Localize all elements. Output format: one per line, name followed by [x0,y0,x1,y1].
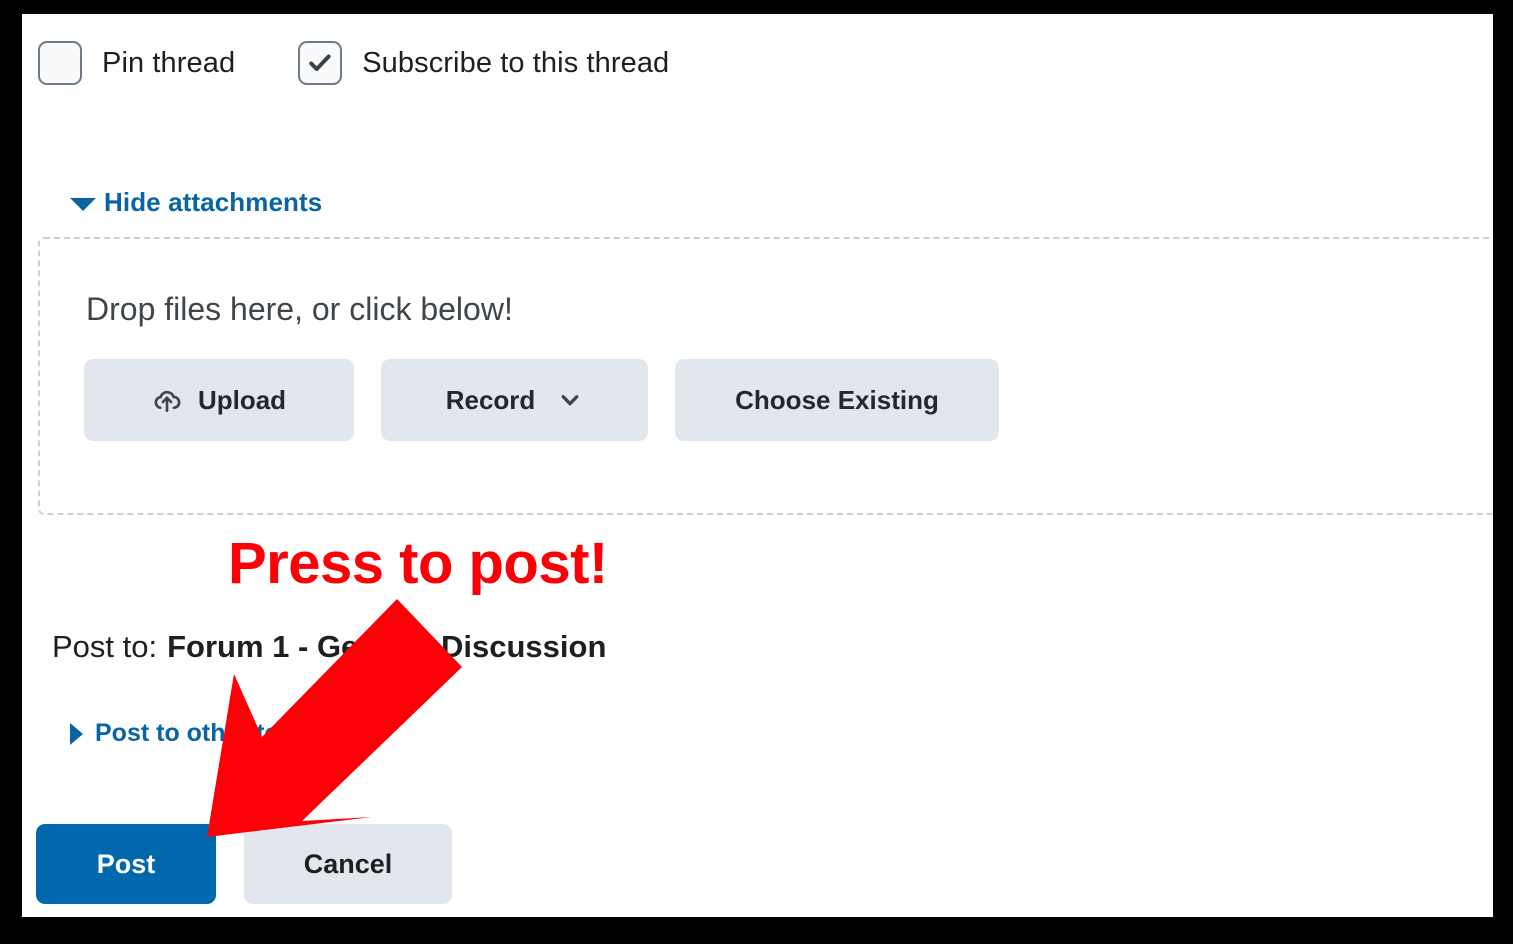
file-dropzone[interactable]: Drop files here, or click below! Upload … [38,237,1493,515]
subscribe-thread-option[interactable]: Subscribe to this thread [298,41,669,85]
record-button-label: Record [445,384,536,415]
post-to-other-topics-label: Post to other topics [95,719,330,747]
dropzone-title: Drop files here, or click below! [86,291,513,327]
triangle-right-icon [70,722,83,745]
thread-options-row: Pin thread Subscribe to this thread [38,41,669,85]
upload-button[interactable]: Upload [84,359,354,441]
cancel-button[interactable]: Cancel [244,824,452,904]
post-to-prefix: Post to: [52,629,158,664]
pin-thread-option[interactable]: Pin thread [38,41,235,85]
subscribe-thread-checkbox[interactable] [298,41,343,85]
upload-button-label: Upload [197,384,287,415]
check-icon [309,54,331,72]
record-button[interactable]: Record [381,359,648,441]
post-target-line: Post to: Forum 1 - General Discussion [52,629,606,665]
pin-thread-checkbox[interactable] [38,41,82,85]
hide-attachments-toggle[interactable]: Hide attachments [70,187,322,218]
post-button[interactable]: Post [36,824,216,904]
attachment-buttons-row: Upload Record Choose Existing [84,359,999,441]
annotation-text: Press to post! [228,531,608,596]
cloud-upload-icon [152,385,182,415]
pin-thread-label: Pin thread [102,46,236,79]
post-composer-card: Pin thread Subscribe to this thread Hide… [22,14,1493,917]
chevron-down-icon [557,387,583,413]
choose-existing-button[interactable]: Choose Existing [675,359,999,441]
choose-existing-label: Choose Existing [735,384,939,415]
subscribe-thread-label: Subscribe to this thread [362,46,670,79]
hide-attachments-label: Hide attachments [104,187,323,217]
screenshot-frame: Pin thread Subscribe to this thread Hide… [0,0,1513,944]
form-actions: Post Cancel [36,824,452,904]
post-to-forum-name: Forum 1 - General Discussion [167,629,607,664]
post-to-other-topics-toggle[interactable]: Post to other topics [70,719,330,748]
arrow-down-left-icon [207,599,462,837]
triangle-down-icon [70,197,96,211]
